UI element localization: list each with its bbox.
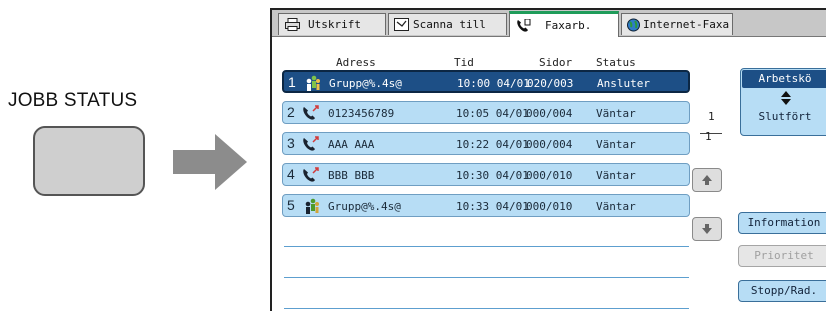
stop-delete-button[interactable]: Stopp/Rad.	[738, 280, 826, 302]
column-status: Status	[596, 56, 636, 69]
empty-row-divider	[284, 277, 689, 278]
arrow-right-head	[215, 134, 247, 190]
job-address: 0123456789	[328, 107, 395, 120]
job-pages: 020/003	[527, 77, 574, 90]
job-status-label: JOBB STATUS	[8, 90, 138, 111]
job-time: 10:30 04/01	[456, 169, 529, 182]
tab-print-label: Utskrift	[308, 18, 361, 31]
phone-icon	[302, 136, 320, 152]
tab-print[interactable]: Utskrift	[278, 13, 386, 35]
empty-row-divider	[284, 308, 689, 309]
tab-fax-label: Faxarb.	[545, 19, 592, 32]
job-address: Grupp@%.4s@	[329, 77, 402, 90]
job-pages: 000/004	[526, 107, 573, 120]
job-pages: 000/010	[526, 200, 573, 213]
job-row[interactable]: 4 BBB BBB 10:30 04/01 000/010 Väntar	[282, 163, 690, 186]
column-time: Tid	[454, 56, 474, 69]
scan-icon	[394, 18, 409, 31]
queue-completed-toggle[interactable]: Arbetskö Slutfört	[740, 68, 826, 136]
tab-bar: Utskrift Scanna till Faxarb. Internet-Fa…	[272, 10, 826, 37]
job-address: Grupp@%.4s@	[328, 200, 401, 213]
job-time: 10:05 04/01	[456, 107, 529, 120]
job-status-key[interactable]	[33, 126, 145, 196]
job-time: 10:22 04/01	[456, 138, 529, 151]
group-icon	[303, 75, 321, 91]
job-time: 10:00 04/01	[457, 77, 530, 90]
column-address: Adress	[336, 56, 376, 69]
printer-icon	[285, 18, 300, 31]
job-pages: 000/004	[526, 138, 573, 151]
priority-button[interactable]: Prioritet	[738, 245, 826, 267]
page-current: 1	[708, 110, 715, 123]
phone-icon	[302, 167, 320, 183]
job-pages: 000/010	[526, 169, 573, 182]
fax-phone-icon	[516, 18, 531, 32]
job-status: Väntar	[596, 169, 636, 182]
group-icon	[302, 198, 320, 214]
job-row[interactable]: 2 0123456789 10:05 04/01 000/004 Väntar	[282, 101, 690, 124]
job-status: Väntar	[596, 107, 636, 120]
job-address: BBB BBB	[328, 169, 375, 182]
empty-row-divider	[284, 246, 689, 247]
scroll-down-button[interactable]	[692, 217, 722, 241]
touch-screen: Utskrift Scanna till Faxarb. Internet-Fa…	[270, 8, 826, 311]
tab-internet-fax-label: Internet-Faxa	[643, 18, 730, 31]
job-row[interactable]: 3 AAA AAA 10:22 04/01 000/004 Väntar	[282, 132, 690, 155]
information-button[interactable]: Information	[738, 212, 826, 234]
arrow-down-icon	[702, 224, 712, 234]
scroll-up-button[interactable]	[692, 168, 722, 192]
column-pages: Sidor	[539, 56, 573, 69]
tab-scan[interactable]: Scanna till	[388, 13, 507, 35]
phone-icon	[302, 105, 320, 121]
job-address: AAA AAA	[328, 138, 375, 151]
arrow-right-icon	[173, 150, 218, 174]
page-total: 1	[705, 130, 712, 143]
job-number: 1	[288, 74, 296, 90]
job-status: Väntar	[596, 138, 636, 151]
tab-internet-fax[interactable]: Internet-Faxa	[621, 13, 733, 35]
job-number: 5	[287, 197, 295, 213]
job-number: 4	[287, 166, 295, 182]
globe-icon	[626, 18, 641, 32]
job-status: Väntar	[596, 200, 636, 213]
arrow-up-icon	[702, 175, 712, 185]
job-number: 3	[287, 135, 295, 151]
tab-fax[interactable]: Faxarb.	[509, 11, 619, 37]
completed-option[interactable]: Slutfört	[741, 109, 826, 125]
job-row[interactable]: 5 Grupp@%.4s@ 10:33 04/01 000/010 Väntar	[282, 194, 690, 217]
toggle-arrows-icon	[741, 91, 826, 105]
job-queue-option[interactable]: Arbetskö	[742, 70, 826, 88]
job-status: Ansluter	[597, 77, 650, 90]
job-time: 10:33 04/01	[456, 200, 529, 213]
job-row[interactable]: 1 Grupp@%.4s@ 10:00 04/01 020/003 Anslut…	[282, 70, 690, 93]
tab-scan-label: Scanna till	[413, 18, 486, 31]
job-number: 2	[287, 104, 295, 120]
